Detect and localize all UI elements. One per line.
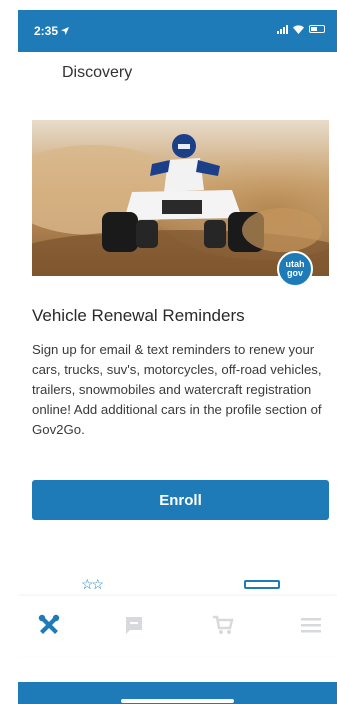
status-icons [277,24,325,34]
location-arrow-icon [61,27,70,35]
card-title: Vehicle Renewal Reminders [32,306,245,325]
status-bar: 2:35 [18,10,337,52]
menu-icon [301,618,321,633]
tab-menu[interactable] [296,612,326,638]
tab-chat[interactable] [119,612,149,638]
status-time: 2:35 [34,24,70,38]
signal-icon [277,24,288,34]
wifi-icon [293,24,304,34]
enroll-button[interactable]: Enroll [32,480,329,520]
home-indicator[interactable] [121,699,234,703]
tab-tools[interactable] [34,612,64,638]
stars-outline-icon[interactable]: ☆☆ [81,576,104,593]
tools-icon [38,614,60,634]
card-description: Sign up for email & text reminders to re… [32,342,322,437]
battery-icon [309,25,325,33]
utah-gov-logo: utah gov [277,251,313,287]
tab-bar [18,596,337,656]
cart-icon [213,615,234,634]
phone-screen: 2:35 Discovery utah gov Vehicle Renewal … [18,10,337,704]
bottom-bar [18,682,337,704]
hero-image [32,120,329,276]
page-title: Discovery [62,64,133,81]
tab-cart[interactable] [208,612,238,638]
card-outline-icon[interactable] [244,580,280,589]
atv-rider-photo [32,120,329,276]
chat-icon [126,617,142,634]
